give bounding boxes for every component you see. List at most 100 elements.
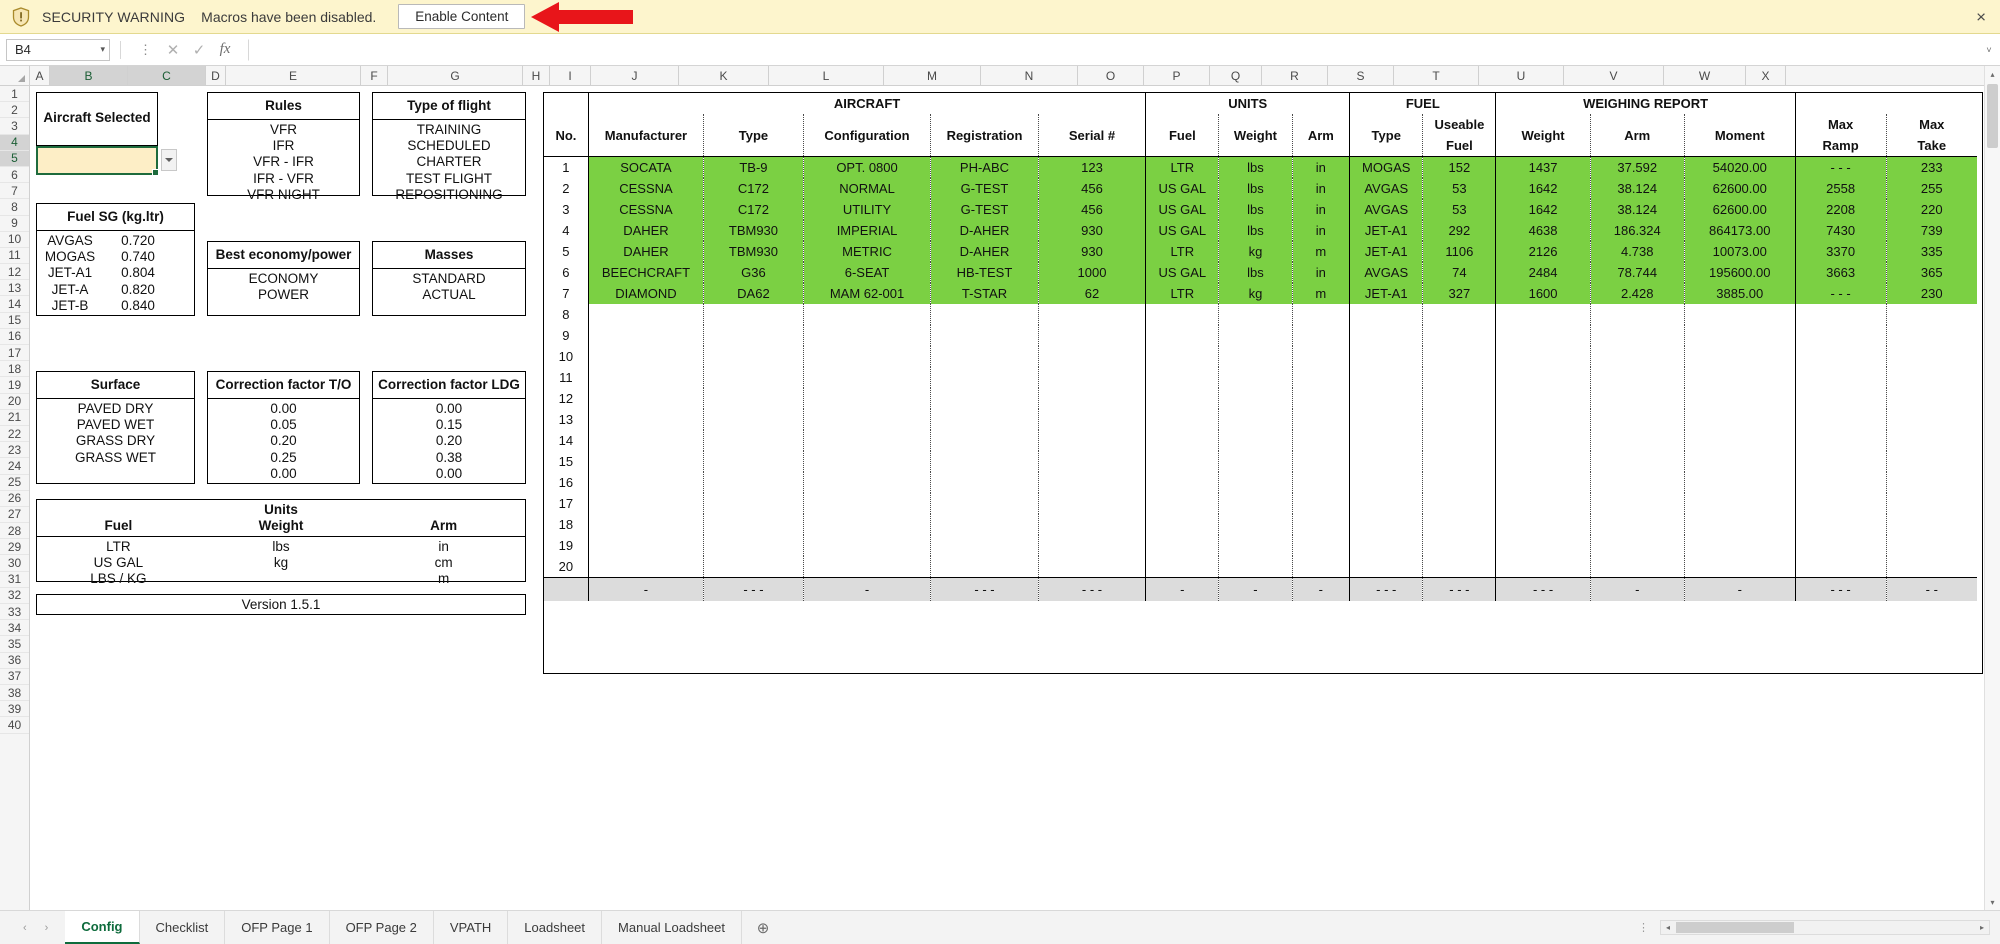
cell-no[interactable]: 10 — [544, 346, 589, 367]
cell-max_ramp[interactable] — [1795, 388, 1887, 409]
cell-serial[interactable] — [1038, 556, 1147, 578]
cell-max_takeoff[interactable]: 255 — [1886, 178, 1977, 199]
cell-unit_weight[interactable] — [1218, 346, 1293, 367]
column-header-I[interactable]: I — [550, 66, 591, 85]
cell-useable_fuel[interactable] — [1422, 472, 1497, 493]
cell-no[interactable]: 2 — [544, 178, 589, 199]
cell-registration[interactable] — [930, 472, 1039, 493]
cell-max_ramp[interactable] — [1795, 304, 1887, 325]
cell-max_ramp[interactable] — [1795, 535, 1887, 556]
cell-unit_weight[interactable]: kg — [1218, 283, 1293, 304]
cell-configuration[interactable] — [803, 472, 932, 493]
cell-max_ramp[interactable]: 2558 — [1795, 178, 1887, 199]
cell-unit_weight[interactable] — [1218, 556, 1293, 578]
cell-max_ramp[interactable] — [1795, 325, 1887, 346]
row-header-21[interactable]: 21 — [0, 410, 29, 426]
cell-configuration[interactable] — [803, 430, 932, 451]
cell-type[interactable]: TBM930 — [703, 241, 804, 262]
table-row[interactable]: 15 — [544, 451, 1977, 472]
cell-unit_fuel[interactable]: US GAL — [1145, 220, 1220, 241]
cell-manufacturer[interactable]: DAHER — [588, 220, 705, 241]
cell-arm[interactable] — [1590, 451, 1685, 472]
cell-no[interactable]: 11 — [544, 367, 589, 388]
cell-manufacturer[interactable] — [588, 451, 705, 472]
cell-no[interactable]: 5 — [544, 241, 589, 262]
cell-unit_fuel[interactable] — [1145, 535, 1220, 556]
row-header-31[interactable]: 31 — [0, 572, 29, 588]
cell-moment[interactable] — [1684, 535, 1796, 556]
cell-moment[interactable] — [1684, 346, 1796, 367]
row-header-6[interactable]: 6 — [0, 167, 29, 184]
name-box[interactable]: B4 ▾ — [6, 38, 110, 61]
cell-unit_fuel[interactable]: LTR — [1145, 241, 1220, 262]
cell-unit_arm[interactable] — [1292, 535, 1351, 556]
cell-manufacturer[interactable]: SOCATA — [588, 156, 705, 178]
row-header-9[interactable]: 9 — [0, 216, 29, 232]
table-row[interactable]: 9 — [544, 325, 1977, 346]
cell-type[interactable] — [703, 346, 804, 367]
cell-max_takeoff[interactable] — [1886, 388, 1977, 409]
cell-registration[interactable] — [930, 409, 1039, 430]
cell-unit_arm[interactable] — [1292, 346, 1351, 367]
cell-unit_arm[interactable] — [1292, 388, 1351, 409]
table-row[interactable]: 1 SOCATA TB-9 OPT. 0800 PH-ABC 123 LTR lbs in MOG… — [544, 156, 1977, 178]
cell-serial[interactable]: 62 — [1038, 283, 1147, 304]
cell-unit_weight[interactable] — [1218, 304, 1293, 325]
row-header-14[interactable]: 14 — [0, 296, 29, 313]
cell-manufacturer[interactable]: CESSNA — [588, 199, 705, 220]
table-row[interactable]: 18 — [544, 514, 1977, 535]
cell-fuel_type[interactable] — [1349, 493, 1424, 514]
cell-unit_weight[interactable]: lbs — [1218, 220, 1293, 241]
cell-unit_arm[interactable] — [1292, 472, 1351, 493]
table-row[interactable]: 8 — [544, 304, 1977, 325]
cell-type[interactable]: G36 — [703, 262, 804, 283]
sheet-canvas[interactable]: Aircraft Selected Fuel SG (kg.ltr) AVGAS… — [30, 86, 2000, 910]
cell-moment[interactable] — [1684, 556, 1796, 578]
cell-type[interactable]: C172 — [703, 199, 804, 220]
cell-unit_fuel[interactable]: US GAL — [1145, 262, 1220, 283]
cell-unit_fuel[interactable] — [1145, 304, 1220, 325]
cell-useable_fuel[interactable]: 327 — [1422, 283, 1497, 304]
row-header-39[interactable]: 39 — [0, 701, 29, 718]
cell-arm[interactable] — [1590, 472, 1685, 493]
column-header-R[interactable]: R — [1262, 66, 1328, 85]
cell-unit_arm[interactable] — [1292, 367, 1351, 388]
cell-manufacturer[interactable] — [588, 367, 705, 388]
table-row[interactable]: 13 — [544, 409, 1977, 430]
table-row[interactable]: 6 BEECHCRAFT G36 6-SEAT HB-TEST 1000 US GAL lbs… — [544, 262, 1977, 283]
cell-registration[interactable]: D-AHER — [930, 241, 1039, 262]
row-header-15[interactable]: 15 — [0, 313, 29, 329]
cell-registration[interactable] — [930, 430, 1039, 451]
row-header-10[interactable]: 10 — [0, 232, 29, 248]
row-header-24[interactable]: 24 — [0, 458, 29, 475]
sheet-tab-config[interactable]: Config — [65, 911, 140, 944]
cell-useable_fuel[interactable] — [1422, 388, 1497, 409]
cell-unit_weight[interactable] — [1218, 430, 1293, 451]
add-sheet-icon[interactable]: ⊕ — [742, 911, 784, 944]
row-header-33[interactable]: 33 — [0, 604, 29, 621]
cell-type[interactable] — [703, 430, 804, 451]
cell-arm[interactable] — [1590, 346, 1685, 367]
cell-unit_arm[interactable]: m — [1292, 283, 1351, 304]
cell-fuel_type[interactable] — [1349, 556, 1424, 578]
cell-type[interactable] — [703, 304, 804, 325]
cell-max_takeoff[interactable] — [1886, 346, 1977, 367]
cell-configuration[interactable] — [803, 535, 932, 556]
cell-useable_fuel[interactable] — [1422, 430, 1497, 451]
cell-manufacturer[interactable] — [588, 346, 705, 367]
cell-weight[interactable] — [1495, 472, 1591, 493]
cell-unit_weight[interactable] — [1218, 514, 1293, 535]
cell-moment[interactable] — [1684, 493, 1796, 514]
cell-serial[interactable] — [1038, 514, 1147, 535]
cell-useable_fuel[interactable] — [1422, 514, 1497, 535]
cell-type[interactable] — [703, 325, 804, 346]
cell-moment[interactable]: 62600.00 — [1684, 199, 1796, 220]
table-row[interactable]: 5 DAHER TBM930 METRIC D-AHER 930 LTR kg m JET-A1 1… — [544, 241, 1977, 262]
cell-fuel_type[interactable]: AVGAS — [1349, 262, 1424, 283]
cell-no[interactable]: 17 — [544, 493, 589, 514]
cell-registration[interactable]: PH-ABC — [930, 156, 1039, 178]
column-header-O[interactable]: O — [1078, 66, 1144, 85]
cell-configuration[interactable] — [803, 367, 932, 388]
row-header-2[interactable]: 2 — [0, 102, 29, 119]
cell-max_takeoff[interactable]: 220 — [1886, 199, 1977, 220]
